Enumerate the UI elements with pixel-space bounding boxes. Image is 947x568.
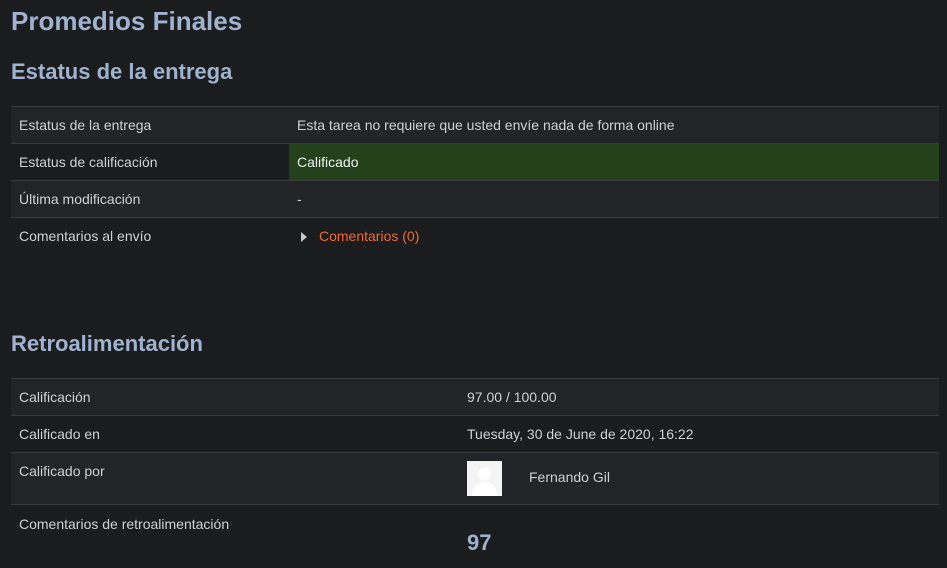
submission-status-table: Estatus de la entrega Esta tarea no requ…: [11, 106, 939, 254]
page: Promedios Finales Estatus de la entrega …: [0, 0, 947, 568]
table-row: Calificado por Fernando Gil: [11, 453, 939, 505]
table-row: Calificación 97.00 / 100.00: [11, 379, 939, 416]
table-row: Calificado en Tuesday, 30 de June de 202…: [11, 416, 939, 453]
feedback-comment-cell: 97: [459, 505, 939, 567]
row-label: Comentarios al envío: [19, 228, 152, 244]
comments-link[interactable]: Comentarios (0): [319, 228, 419, 244]
grade-value: 97.00 / 100.00: [467, 389, 557, 405]
table-row: Comentarios al envío Comentarios (0): [11, 218, 939, 254]
table-row: Estatus de la entrega Esta tarea no requ…: [11, 107, 939, 144]
table-row: Comentarios de retroalimentación 97: [11, 505, 939, 567]
feedback-heading: Retroalimentación: [11, 331, 203, 356]
grader-name[interactable]: Fernando Gil: [529, 469, 610, 485]
row-label: Calificación: [19, 389, 91, 405]
page-title: Promedios Finales: [11, 6, 243, 36]
table-row: Estatus de calificación Calificado: [11, 144, 939, 181]
comments-toggle[interactable]: Comentarios (0): [289, 218, 939, 254]
row-value: -: [297, 191, 302, 207]
feedback-comment-value: 97: [467, 530, 492, 555]
table-row: Última modificación -: [11, 181, 939, 218]
row-label: Calificado por: [19, 463, 105, 479]
feedback-table: Calificación 97.00 / 100.00 Calificado e…: [11, 378, 939, 567]
triangle-right-icon[interactable]: [301, 232, 307, 242]
submission-status-heading: Estatus de la entrega: [11, 59, 233, 84]
row-value: Esta tarea no requiere que usted envíe n…: [297, 117, 675, 133]
row-label: Calificado en: [19, 426, 100, 442]
row-label: Última modificación: [19, 191, 141, 207]
graded-status-value: Calificado: [289, 144, 939, 180]
grader-cell: Fernando Gil: [459, 453, 939, 504]
graded-date-value: Tuesday, 30 de June de 2020, 16:22: [467, 426, 694, 442]
row-label: Estatus de la entrega: [19, 117, 152, 133]
row-label: Estatus de calificación: [19, 154, 158, 170]
row-label: Comentarios de retroalimentación: [19, 516, 230, 532]
user-avatar-icon[interactable]: [467, 461, 502, 496]
